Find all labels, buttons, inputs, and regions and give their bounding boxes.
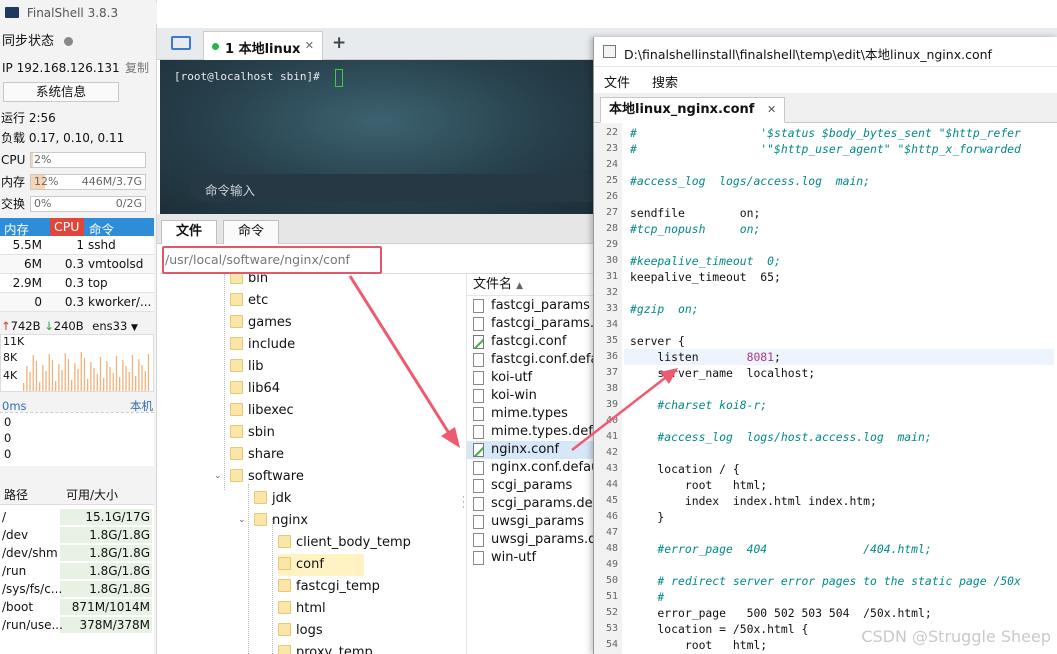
annotation-arrow-2 bbox=[571, 377, 666, 451]
annotation-arrowhead-1 bbox=[441, 427, 460, 448]
finalshell-window: FinalShell 3.8.3 同步状态 IP 192.168.126.131… bbox=[0, 0, 1057, 654]
watermark: CSDN @Struggle Sheep bbox=[861, 627, 1051, 646]
annotation-arrow-1 bbox=[348, 275, 454, 439]
annotation-arrowhead-2 bbox=[660, 368, 678, 384]
annotation-arrows bbox=[348, 275, 678, 451]
